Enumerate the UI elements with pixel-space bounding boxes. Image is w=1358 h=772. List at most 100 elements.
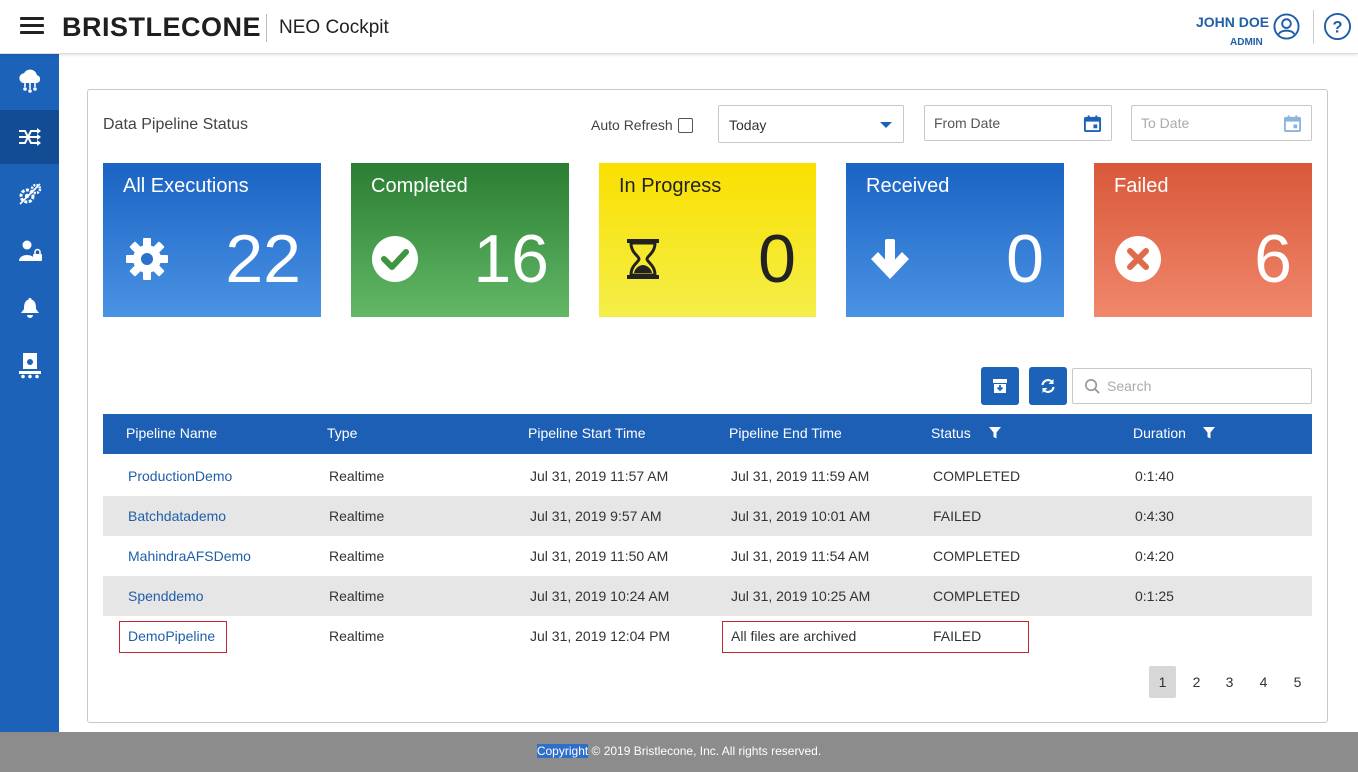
hourglass-icon <box>627 239 659 279</box>
brand-divider <box>266 14 267 42</box>
pipeline-duration: 0:1:40 <box>1135 468 1174 484</box>
pipeline-type: Realtime <box>329 508 385 524</box>
pipeline-status: FAILED <box>933 508 982 524</box>
card-count: 6 <box>1254 221 1292 297</box>
pipeline-type: Realtime <box>329 628 385 644</box>
help-icon[interactable]: ? <box>1323 12 1352 41</box>
footer: Copyright © 2019 Bristlecone, Inc. All r… <box>0 732 1358 772</box>
brand-logo: BRISTLECONE <box>62 12 262 42</box>
copyright-notice: © 2019 Bristlecone, Inc. All rights rese… <box>588 744 822 758</box>
sidebar <box>0 54 59 732</box>
column-header-type[interactable]: Type <box>327 425 357 441</box>
pipeline-end-time: Jul 31, 2019 11:59 AM <box>731 468 870 484</box>
column-header-status[interactable]: Status <box>931 425 971 441</box>
card-label: All Executions <box>123 175 249 197</box>
pipeline-name-link[interactable]: Batchdatademo <box>128 508 226 524</box>
menu-icon[interactable] <box>20 17 44 35</box>
sidebar-item-cloud[interactable] <box>0 54 59 108</box>
pipeline-start-time: Jul 31, 2019 9:57 AM <box>530 508 662 524</box>
pipeline-start-time: Jul 31, 2019 11:50 AM <box>530 548 669 564</box>
copyright-text: Copyright © 2019 Bristlecone, Inc. All r… <box>0 744 1358 758</box>
sidebar-item-pipelines[interactable] <box>0 110 59 164</box>
sidebar-item-user-access[interactable] <box>0 224 59 278</box>
refresh-button[interactable] <box>1029 367 1067 405</box>
column-header-duration[interactable]: Duration <box>1133 425 1186 441</box>
highlight-box <box>119 621 227 653</box>
conveyor-icon <box>18 353 41 379</box>
filter-icon[interactable] <box>988 426 1002 440</box>
to-date-placeholder: To Date <box>1141 115 1190 131</box>
page-button[interactable]: 4 <box>1250 666 1277 698</box>
pipeline-start-time: Jul 31, 2019 10:24 AM <box>530 588 670 604</box>
filter-icon[interactable] <box>1202 426 1216 440</box>
calendar-icon <box>1083 115 1102 133</box>
highlight-box <box>722 621 1029 653</box>
card-label: Received <box>866 175 950 197</box>
check-circle-icon <box>372 236 418 282</box>
card-count: 0 <box>758 221 796 297</box>
pipeline-status: COMPLETED <box>933 468 1021 484</box>
top-bar: BRISTLECONE NEO Cockpit JOHN DOE ADMIN ? <box>0 0 1358 54</box>
pipeline-name-link[interactable]: ProductionDemo <box>128 468 232 484</box>
cloud-network-icon <box>18 69 40 93</box>
refresh-icon <box>1041 379 1055 393</box>
table-row: Batchdatademo Realtime Jul 31, 2019 9:57… <box>103 496 1312 536</box>
column-header-end-time[interactable]: Pipeline End Time <box>729 425 842 441</box>
sidebar-item-deployment[interactable] <box>0 338 59 392</box>
column-header-pipeline-name[interactable]: Pipeline Name <box>126 425 217 441</box>
user-role: ADMIN <box>1230 37 1263 48</box>
column-header-start-time[interactable]: Pipeline Start Time <box>528 425 646 441</box>
pipeline-status: COMPLETED <box>933 548 1021 564</box>
x-circle-icon <box>1115 236 1161 282</box>
chevron-down-icon <box>880 122 892 128</box>
pipeline-end-time: Jul 31, 2019 10:01 AM <box>731 508 871 524</box>
copyright-highlight: Copyright <box>536 744 589 758</box>
from-date-placeholder: From Date <box>934 115 1001 131</box>
card-in-progress[interactable]: In Progress 0 <box>599 163 816 317</box>
table-row: DemoPipeline Realtime Jul 31, 2019 12:04… <box>103 616 1312 656</box>
pipeline-end-time: Jul 31, 2019 10:25 AM <box>731 588 871 604</box>
table-row: Spenddemo Realtime Jul 31, 2019 10:24 AM… <box>103 576 1312 616</box>
panel-title: Data Pipeline Status <box>103 116 248 133</box>
pipeline-start-time: Jul 31, 2019 12:04 PM <box>530 628 671 644</box>
user-name[interactable]: JOHN DOE <box>1196 14 1269 30</box>
archive-download-icon <box>993 379 1007 393</box>
sidebar-item-notifications[interactable] <box>0 281 59 335</box>
date-range-select[interactable]: Today <box>718 105 904 143</box>
header-divider <box>1313 10 1314 44</box>
page-button[interactable]: 2 <box>1183 666 1210 698</box>
user-circle-icon[interactable] <box>1273 13 1300 40</box>
table-header: Pipeline Name Type Pipeline Start Time P… <box>103 414 1312 454</box>
auto-refresh-checkbox[interactable] <box>678 118 693 133</box>
svg-text:?: ? <box>1332 18 1342 36</box>
page-button[interactable]: 3 <box>1216 666 1243 698</box>
calendar-icon <box>1283 115 1302 133</box>
from-date-field[interactable]: From Date <box>924 105 1112 141</box>
pipeline-name-link[interactable]: MahindraAFSDemo <box>128 548 251 564</box>
sidebar-item-settings[interactable] <box>0 167 59 221</box>
search-field[interactable] <box>1072 368 1312 404</box>
pipeline-duration: 0:1:25 <box>1135 588 1174 604</box>
pipeline-name-link[interactable]: Spenddemo <box>128 588 204 604</box>
card-count: 16 <box>473 221 549 297</box>
auto-refresh-label: Auto Refresh <box>591 117 673 133</box>
pipeline-end-time: Jul 31, 2019 11:54 AM <box>731 548 870 564</box>
card-completed[interactable]: Completed 16 <box>351 163 569 317</box>
search-input[interactable] <box>1107 375 1302 397</box>
page-button[interactable]: 5 <box>1284 666 1311 698</box>
gear-icon <box>126 238 168 280</box>
card-received[interactable]: Received 0 <box>846 163 1064 317</box>
pipeline-duration: 0:4:30 <box>1135 508 1174 524</box>
page-button[interactable]: 1 <box>1149 666 1176 698</box>
download-button[interactable] <box>981 367 1019 405</box>
pipeline-type: Realtime <box>329 588 385 604</box>
card-all-executions[interactable]: All Executions 22 <box>103 163 321 317</box>
table-row: ProductionDemo Realtime Jul 31, 2019 11:… <box>103 456 1312 496</box>
to-date-field[interactable]: To Date <box>1131 105 1312 141</box>
pipeline-start-time: Jul 31, 2019 11:57 AM <box>530 468 669 484</box>
card-count: 0 <box>1006 221 1044 297</box>
card-failed[interactable]: Failed 6 <box>1094 163 1312 317</box>
bell-icon <box>20 298 39 318</box>
user-lock-icon <box>18 240 42 261</box>
pipeline-status: COMPLETED <box>933 588 1021 604</box>
